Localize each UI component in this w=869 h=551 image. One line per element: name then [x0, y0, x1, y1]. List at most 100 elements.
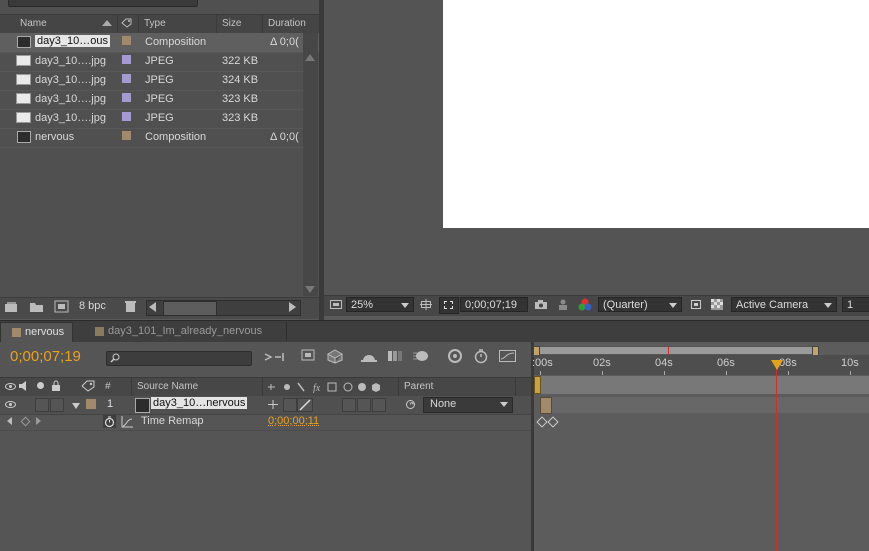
column-name[interactable]: Name — [20, 18, 47, 29]
layer-duration-bar[interactable] — [540, 397, 869, 413]
project-item[interactable]: day3_10…ous Composition Δ 0;0( — [0, 33, 319, 53]
trash-icon[interactable] — [124, 300, 137, 313]
always-preview-icon[interactable] — [330, 299, 342, 310]
svg-text:fx: fx — [313, 383, 321, 393]
horizontal-scroll-thumb[interactable] — [163, 301, 217, 316]
magnification-dropdown[interactable]: 25% — [346, 297, 414, 312]
expand-twirl-icon[interactable] — [72, 403, 80, 409]
brainstorm-icon[interactable] — [446, 348, 464, 364]
layer-row[interactable]: 1 day3_10…nervous None — [0, 396, 531, 415]
project-item[interactable]: day3_10….jpg JPEG 323 KB — [0, 90, 319, 110]
jpeg-file-icon — [16, 112, 31, 123]
viewer-timecode: 0;00;07;19 — [465, 299, 517, 311]
draft-3d-icon[interactable] — [300, 348, 318, 364]
add-keyframe-diamond-icon[interactable] — [20, 416, 31, 427]
scroll-left-arrow[interactable] — [149, 302, 156, 312]
work-area-bar[interactable] — [534, 346, 818, 355]
timeline-search-field[interactable] — [106, 351, 252, 366]
composition-mini-flowchart-icon[interactable] — [263, 350, 287, 364]
scroll-down-arrow[interactable] — [305, 286, 315, 293]
shy-layers-icon[interactable] — [360, 349, 378, 364]
layer-name[interactable]: day3_10…nervous — [151, 397, 248, 409]
item-name[interactable]: day3_10…ous — [35, 35, 110, 47]
composition-canvas[interactable] — [443, 0, 869, 228]
column-duration[interactable]: Duration — [268, 18, 306, 29]
stopwatch-icon[interactable] — [103, 415, 116, 428]
project-item[interactable]: nervous Composition Δ 0;0( — [0, 128, 319, 148]
motion-blur-toggle[interactable] — [372, 398, 386, 412]
item-type: JPEG — [145, 74, 174, 86]
layer-bar-start[interactable] — [540, 397, 552, 414]
column-parent[interactable]: Parent — [404, 381, 433, 392]
layer-in-handle[interactable] — [534, 376, 541, 394]
item-duration: Δ 0;0( — [270, 36, 299, 48]
project-search-field[interactable] — [8, 0, 198, 7]
video-visibility-eye-icon[interactable] — [5, 400, 16, 409]
label-swatch[interactable] — [122, 93, 131, 102]
scroll-right-arrow[interactable] — [289, 302, 296, 312]
ruler-tick-label: 02s — [593, 357, 611, 369]
cache-marker — [668, 347, 669, 355]
label-swatch[interactable] — [122, 36, 131, 45]
project-item[interactable]: day3_10….jpg JPEG 322 KB — [0, 52, 319, 72]
solo-toggle[interactable] — [35, 398, 49, 412]
label-swatch[interactable] — [122, 55, 131, 64]
motion-blur-icon[interactable] — [412, 348, 430, 364]
timeline-column-header: # Source Name fx Parent — [0, 377, 531, 397]
parent-pick-whip-icon[interactable] — [405, 399, 416, 410]
interpret-footage-icon[interactable] — [4, 301, 19, 313]
tab-label: nervous — [25, 326, 65, 338]
project-vertical-scrollbar[interactable] — [303, 33, 318, 296]
graph-curve-icon[interactable] — [121, 415, 134, 428]
quality-line-icon[interactable] — [297, 398, 313, 412]
collapse-transform-switch-icon[interactable] — [266, 399, 280, 410]
next-keyframe-arrow[interactable] — [36, 417, 41, 425]
label-swatch[interactable] — [122, 74, 131, 83]
draft-3d-cube-icon[interactable] — [326, 348, 344, 364]
project-item[interactable]: day3_10….jpg JPEG 323 KB — [0, 109, 319, 129]
time-ruler[interactable] — [534, 355, 869, 375]
project-item[interactable]: day3_10….jpg JPEG 324 KB — [0, 71, 319, 91]
new-folder-icon[interactable] — [29, 301, 44, 313]
layer-label-swatch[interactable] — [86, 399, 96, 409]
frame-blending-icon[interactable] — [386, 348, 404, 364]
column-source-name[interactable]: Source Name — [137, 381, 198, 392]
frame-blend-toggle[interactable] — [357, 398, 371, 412]
transparency-grid-icon[interactable] — [711, 299, 723, 310]
view-layout-dropdown[interactable]: 1 Vi — [842, 297, 869, 312]
bit-depth-toggle[interactable]: 8 bpc — [79, 300, 106, 312]
previous-keyframe-arrow[interactable] — [7, 417, 12, 425]
resolution-dropdown[interactable]: (Quarter) — [598, 297, 682, 312]
label-swatch[interactable] — [122, 112, 131, 121]
toggle-mask-visibility-button[interactable] — [439, 297, 459, 314]
property-name: Time Remap — [141, 415, 204, 427]
property-row-time-remap[interactable]: Time Remap 0;00;00;11 — [0, 414, 531, 431]
rgb-channels-icon[interactable] — [578, 298, 592, 311]
scroll-up-arrow[interactable] — [305, 54, 315, 61]
current-time-display[interactable]: 0;00;07;19 — [10, 348, 81, 365]
parent-dropdown[interactable]: None — [423, 397, 513, 413]
effects-toggle[interactable] — [342, 398, 356, 412]
tab-nervous[interactable]: nervous — [0, 322, 74, 342]
3d-view-dropdown[interactable]: Active Camera — [731, 297, 837, 312]
show-snapshot-person-icon[interactable] — [557, 299, 569, 310]
snapshot-camera-icon[interactable] — [535, 299, 547, 310]
auto-keyframe-stopwatch-icon[interactable] — [472, 348, 490, 364]
graph-editor-icon[interactable] — [498, 348, 518, 364]
lock-icon — [51, 380, 61, 392]
property-value[interactable]: 0;00;00;11 — [268, 415, 319, 427]
column-size[interactable]: Size — [222, 18, 241, 29]
label-swatch[interactable] — [122, 131, 131, 140]
new-composition-icon[interactable] — [54, 300, 69, 313]
region-of-interest-icon[interactable] — [690, 299, 702, 310]
viewer-current-time[interactable]: 0;00;07;19 — [460, 297, 528, 312]
lock-toggle[interactable] — [50, 398, 64, 412]
tab-day3-101[interactable]: day3_101_Im_already_nervous — [84, 322, 270, 341]
current-time-indicator-head[interactable] — [771, 360, 783, 370]
composition-icon — [17, 131, 31, 143]
switches-header-icons: fx — [266, 381, 398, 393]
choose-grid-icon[interactable] — [420, 299, 432, 310]
quality-toggle-empty[interactable] — [283, 398, 297, 412]
ruler-tick-label: 10s — [841, 357, 859, 369]
column-type[interactable]: Type — [144, 18, 166, 29]
